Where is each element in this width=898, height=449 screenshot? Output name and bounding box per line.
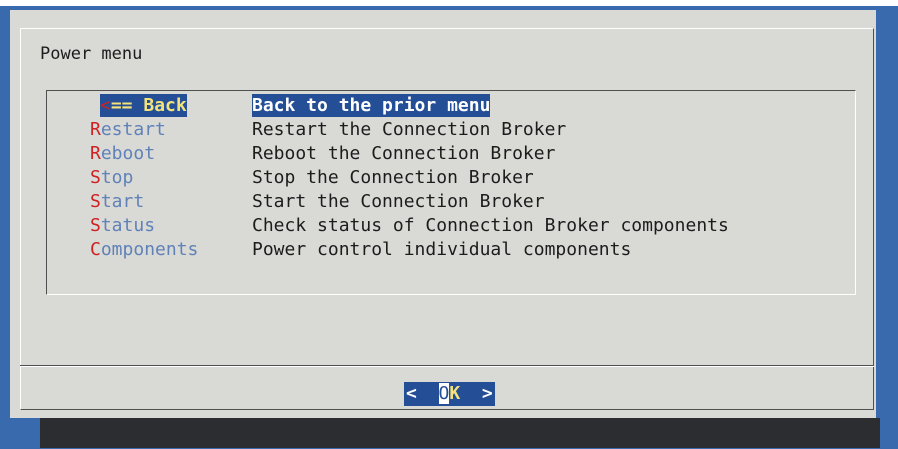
menu-item-hotkey: R — [90, 119, 101, 140]
menu-item-tag: Status — [90, 214, 155, 237]
menu-item-components[interactable]: Components Power control individual comp… — [90, 238, 850, 261]
power-menu-dialog: Power menu <== Back Back to the prior me… — [10, 10, 876, 418]
menu-item-tag: Stop — [90, 166, 133, 189]
dialog-shadow — [40, 418, 880, 448]
menu-item-hotkey: S — [90, 167, 101, 188]
menu-item-stop[interactable]: Stop Stop the Connection Broker — [90, 166, 850, 189]
ok-hotkey-o: O — [438, 383, 450, 404]
menu-item-description: Restart the Connection Broker — [252, 119, 567, 140]
menu-item-reboot[interactable]: Reboot Reboot the Connection Broker — [90, 142, 850, 165]
menu-item-status[interactable]: Status Check status of Connection Broker… — [90, 214, 850, 237]
menu-item-hotkey: S — [90, 215, 101, 236]
menu-item-back[interactable]: <== Back Back to the prior menu — [90, 94, 850, 117]
menu-item-hotkey: R — [90, 143, 101, 164]
menu-item-description: Check status of Connection Broker compon… — [252, 215, 729, 236]
menu-item-tag-rest: omponents — [100, 239, 199, 260]
menu-item-tag: Restart — [90, 118, 166, 141]
menu-item-tag-rest: tatus — [100, 215, 156, 236]
menu-item-tag-rest: eboot — [100, 143, 156, 164]
menu-item-restart[interactable]: Restart Restart the Connection Broker — [90, 118, 850, 141]
dialog-title: Power menu — [40, 44, 143, 64]
menu-item-description: Power control individual components — [252, 239, 632, 260]
menu-item-tag: Reboot — [90, 142, 155, 165]
menu-item-hotkey: < — [100, 95, 111, 116]
menu-item-tag-rest: tart — [100, 191, 145, 212]
menu-item-tag: <== Back — [100, 94, 187, 117]
menu-item-description: Reboot the Connection Broker — [252, 143, 556, 164]
menu-item-hotkey: S — [90, 191, 101, 212]
menu-item-description: Start the Connection Broker — [252, 191, 545, 212]
menu-item-tag: Components — [90, 238, 198, 261]
menu-item-tag: Start — [90, 190, 144, 213]
menu-item-tag-rest: == Back — [110, 95, 187, 116]
menu-item-tag-rest: estart — [100, 119, 166, 140]
ok-right-bracket: > — [481, 383, 493, 404]
ok-hotkey-k: K — [449, 383, 461, 404]
button-area-separator-highlight — [20, 366, 874, 367]
menu-item-start[interactable]: Start Start the Connection Broker — [90, 190, 850, 213]
menu-item-tag-rest: top — [100, 167, 134, 188]
menu-item-description: Stop the Connection Broker — [252, 167, 534, 188]
menu-item-description: Back to the prior menu — [252, 94, 491, 117]
ok-button[interactable]: < OK > — [404, 382, 495, 406]
menu-item-hotkey: C — [90, 239, 101, 260]
ok-left-bracket: < — [406, 383, 417, 404]
